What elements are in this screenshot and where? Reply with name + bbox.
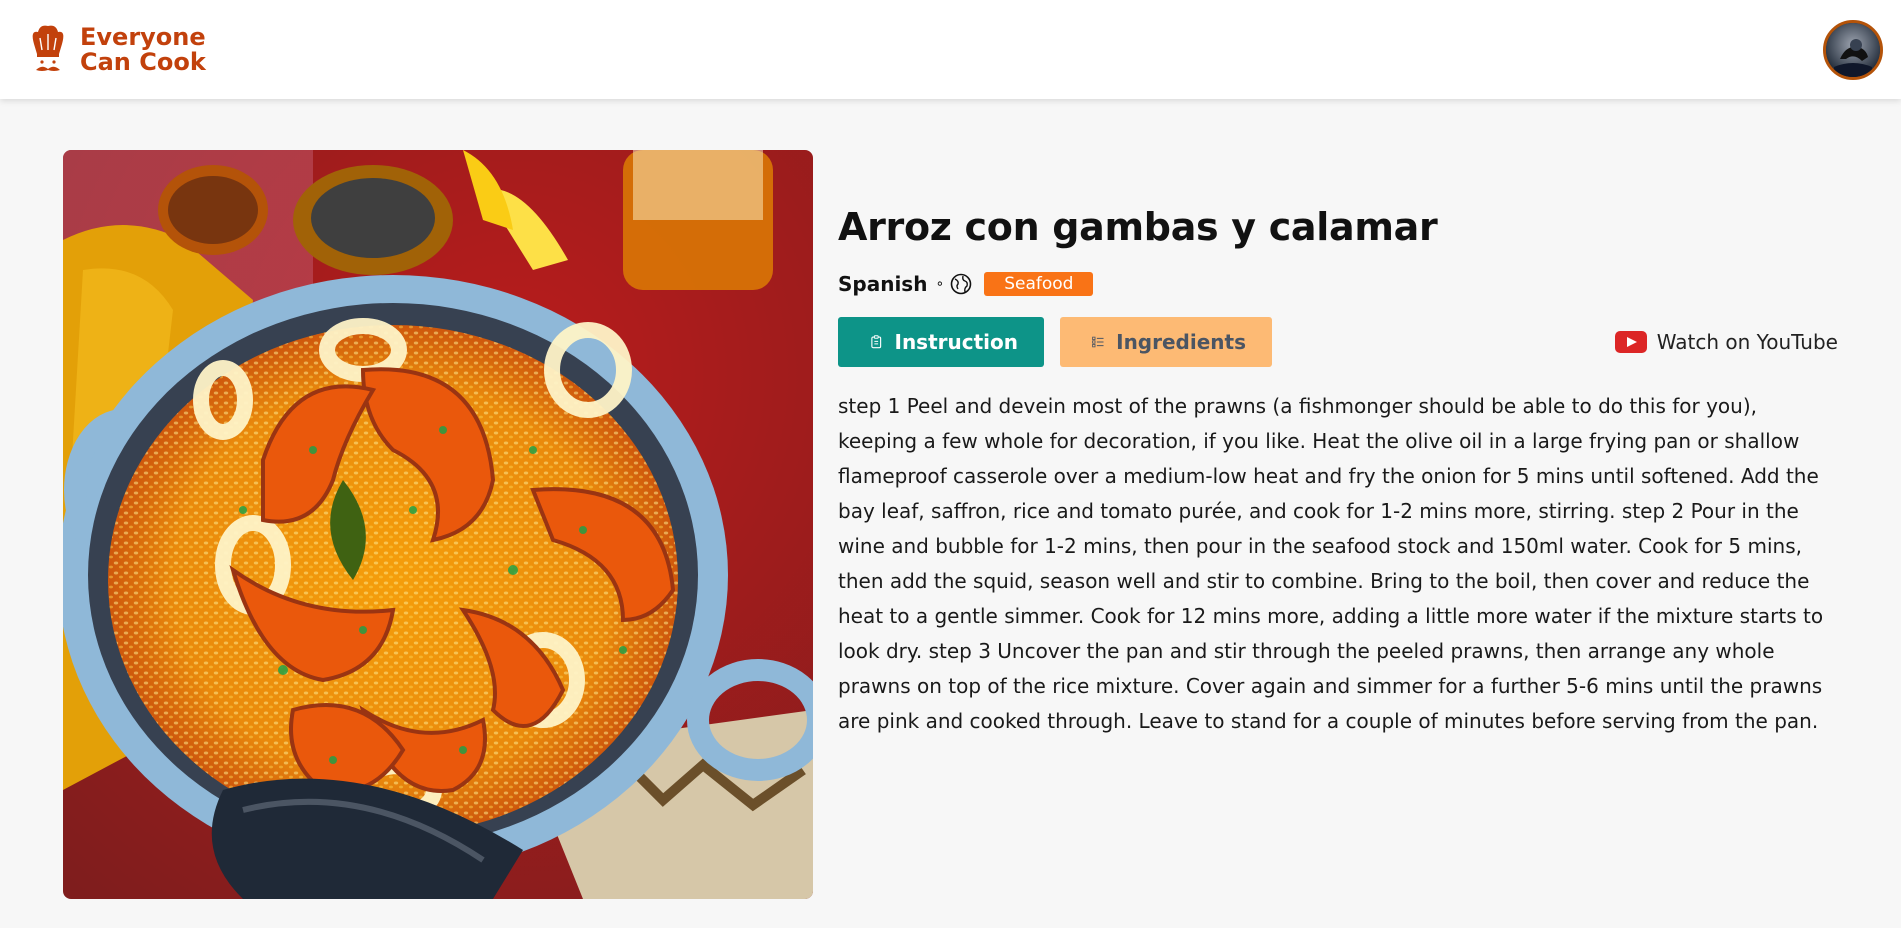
meal-image bbox=[63, 150, 813, 899]
instructions-text: step 1 Peel and devein most of the prawn… bbox=[838, 394, 1824, 733]
tab-instruction[interactable]: Instruction bbox=[838, 317, 1044, 367]
watch-on-youtube-link[interactable]: Watch on YouTube bbox=[1614, 317, 1838, 367]
separator-dot: ∘ bbox=[935, 276, 945, 292]
meal-meta: Spanish ∘ Seafood bbox=[838, 271, 1838, 297]
meal-area: Spanish bbox=[838, 272, 928, 296]
meal-details: Arroz con gambas y calamar Spanish ∘ Sea… bbox=[838, 205, 1838, 739]
list-icon bbox=[1092, 336, 1104, 348]
meal-title: Arroz con gambas y calamar bbox=[838, 205, 1438, 249]
category-tag[interactable]: Seafood bbox=[984, 272, 1094, 296]
top-navbar: Everyone Can Cook bbox=[0, 0, 1901, 99]
globe-icon bbox=[950, 273, 972, 295]
tab-bar: Instruction Ingredients Watch on YouTube bbox=[838, 317, 1838, 367]
brand-name: Everyone Can Cook bbox=[80, 22, 220, 76]
brand-name-line1: Everyone bbox=[80, 22, 206, 51]
user-avatar[interactable] bbox=[1823, 19, 1883, 80]
tab-ingredients[interactable]: Ingredients bbox=[1060, 317, 1272, 367]
tab-instruction-label: Instruction bbox=[894, 330, 1019, 354]
chef-hat-mustache-icon bbox=[32, 25, 64, 71]
avatar-photo bbox=[1826, 22, 1880, 77]
brand-logo-link[interactable]: Everyone Can Cook bbox=[28, 24, 220, 76]
brand-name-line2: Can Cook bbox=[80, 47, 206, 76]
tab-ingredients-label: Ingredients bbox=[1116, 330, 1246, 354]
watch-on-youtube-label: Watch on YouTube bbox=[1656, 330, 1838, 354]
youtube-icon bbox=[1614, 331, 1647, 353]
clipboard-icon bbox=[871, 335, 882, 349]
